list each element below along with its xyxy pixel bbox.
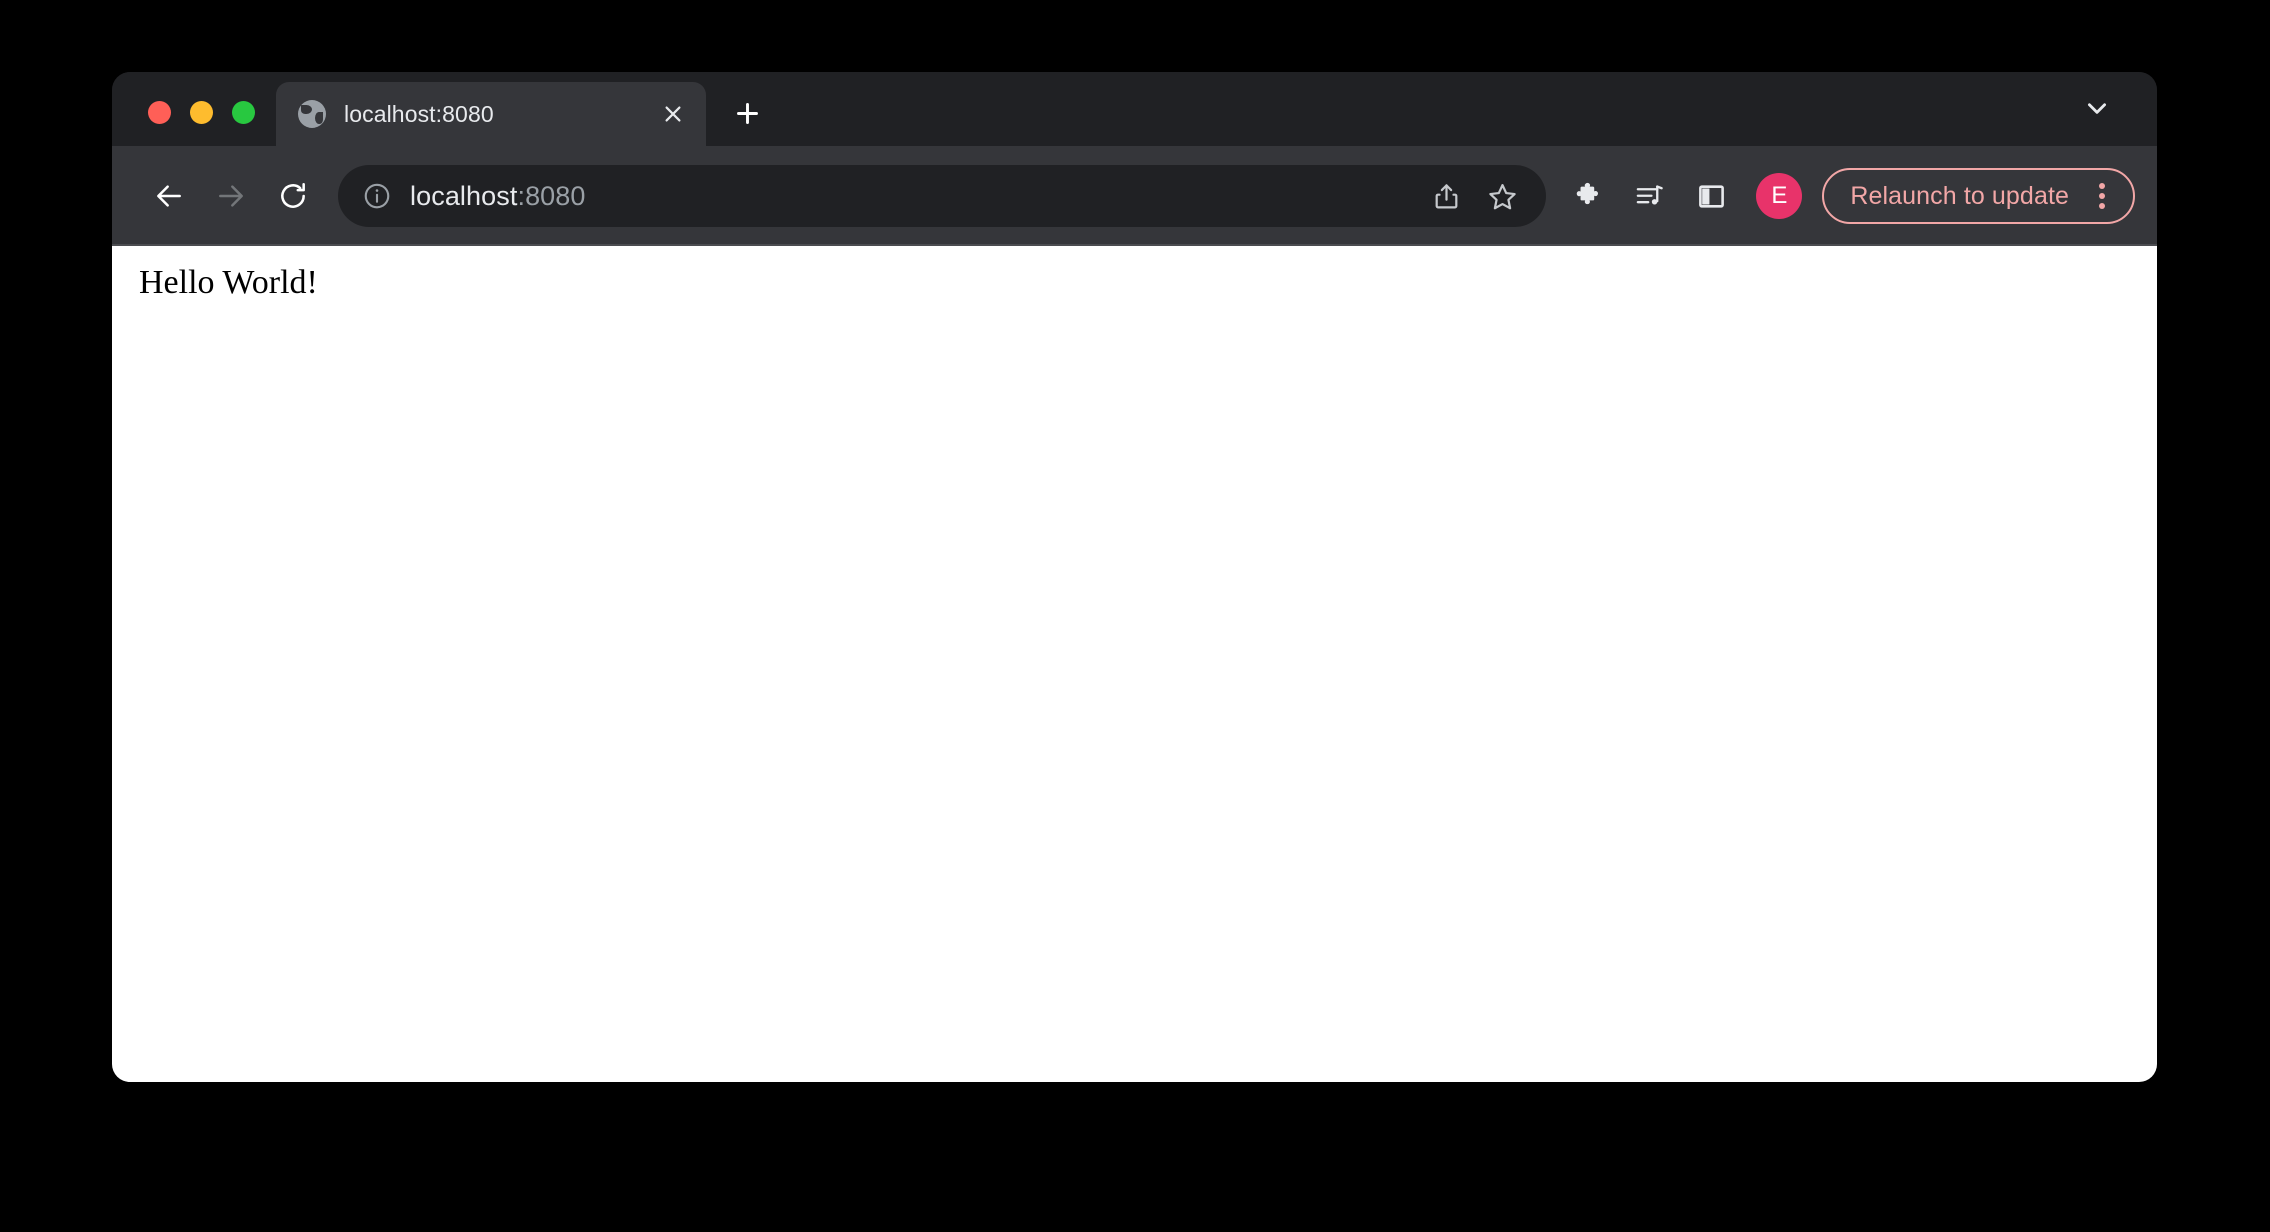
share-icon[interactable] (1418, 168, 1474, 224)
tab-strip: localhost:8080 (112, 72, 2157, 146)
chevron-down-icon[interactable] (2077, 88, 2117, 128)
arrow-right-icon (200, 165, 262, 227)
reload-icon[interactable] (262, 165, 324, 227)
address-bar[interactable]: localhost:8080 (338, 165, 1547, 227)
address-bar-url: localhost:8080 (410, 181, 1418, 212)
arrow-left-icon[interactable] (138, 165, 200, 227)
toolbar-actions: E Relaunch to update (1556, 165, 2135, 227)
page-viewport: Hello World! (112, 246, 2157, 1082)
avatar-initial: E (1771, 182, 1788, 209)
maximize-window-button[interactable] (232, 101, 255, 124)
close-window-button[interactable] (148, 101, 171, 124)
url-suffix: :8080 (517, 180, 586, 211)
browser-toolbar: localhost:8080 E Relaunch to update (112, 146, 2157, 246)
tab-title: localhost:8080 (344, 100, 494, 127)
side-panel-icon[interactable] (1680, 165, 1742, 227)
minimize-window-button[interactable] (190, 101, 213, 124)
tab-localhost-8080[interactable]: localhost:8080 (276, 82, 706, 146)
puzzle-icon[interactable] (1556, 165, 1618, 227)
page-heading: Hello World! (139, 264, 318, 301)
globe-icon (298, 100, 326, 128)
browser-window: localhost:8080 localhost:8080 E Relaunch… (112, 72, 2157, 1082)
tab-list: localhost:8080 (276, 82, 778, 146)
star-icon[interactable] (1474, 168, 1530, 224)
close-icon[interactable] (658, 99, 688, 129)
three-dots-icon[interactable] (2085, 179, 2119, 213)
relaunch-to-update-button[interactable]: Relaunch to update (1822, 168, 2135, 224)
info-circle-icon[interactable] (360, 179, 394, 213)
avatar[interactable]: E (1756, 173, 1803, 219)
media-list-icon[interactable] (1618, 165, 1680, 227)
plus-icon[interactable] (716, 82, 778, 144)
window-controls (112, 101, 255, 146)
url-host: localhost (410, 180, 518, 211)
relaunch-label: Relaunch to update (1850, 181, 2069, 210)
